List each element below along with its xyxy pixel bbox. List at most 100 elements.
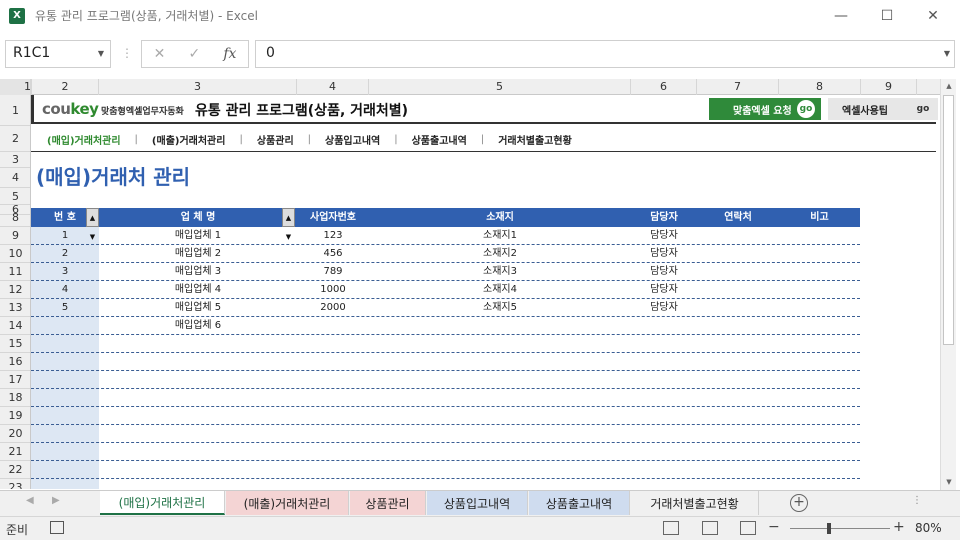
scroll-down-icon[interactable]: ▼ [941, 475, 957, 489]
table-header: 번 호 ▲ ▼ 업 체 명 ▲ ▼ 사업자번호 소재지 담당자 연락처 비고 [31, 208, 860, 241]
nav-outbound[interactable]: 상품출고내역 [410, 132, 469, 147]
table-row[interactable]: 2 매입업체 2 456 소재지2 담당자 [31, 245, 860, 263]
zoom-slider-knob[interactable] [827, 523, 831, 534]
tab-products[interactable]: 상품관리 [350, 491, 426, 515]
insert-function-icon[interactable]: fx [223, 46, 236, 62]
chevron-down-icon[interactable]: ▼ [98, 49, 104, 58]
tab-vendor-outbound[interactable]: 거래처별출고현황 [631, 491, 759, 515]
table-row[interactable] [31, 425, 860, 443]
add-sheet-icon[interactable]: + [790, 494, 808, 512]
tab-inbound[interactable]: 상품입고내역 [427, 491, 528, 515]
zoom-slider[interactable] [790, 523, 890, 534]
window-title: 유통 관리 프로그램(상품, 거래처별) - Excel [35, 9, 258, 23]
name-box-value: R1C1 [13, 45, 51, 61]
header-business-no: 사업자번호 [310, 212, 356, 223]
row-header[interactable]: 4 [0, 168, 30, 188]
row-header[interactable]: 22 [0, 461, 30, 479]
row-header[interactable]: 23 [0, 479, 30, 489]
row-header[interactable]: 13 [0, 299, 30, 317]
column-header[interactable]: 5 [369, 79, 631, 95]
more-icon[interactable]: ⋮ [912, 495, 922, 506]
expand-formula-icon[interactable]: ▼ [944, 49, 950, 58]
worksheet[interactable]: coukey 맞춤형엑셀업무자동화 유통 관리 프로그램(상품, 거래처별) 맞… [31, 95, 940, 489]
row-header[interactable]: 17 [0, 371, 30, 389]
tab-sales-vendors[interactable]: (매출)거래처관리 [226, 491, 349, 515]
nav-products[interactable]: 상품관리 [255, 132, 296, 147]
row-header[interactable]: 16 [0, 353, 30, 371]
go-icon: go [916, 104, 930, 114]
header-manager: 담당자 [650, 212, 678, 223]
column-header[interactable]: 6 [631, 79, 697, 95]
row-header[interactable]: 12 [0, 281, 30, 299]
filter-dropdown-icon[interactable]: ▲ ▼ [86, 208, 99, 241]
row-header[interactable]: 19 [0, 407, 30, 425]
scroll-thumb[interactable] [943, 95, 954, 345]
page-break-icon[interactable] [740, 521, 756, 535]
row-header[interactable]: 9 [0, 227, 30, 245]
table-row[interactable]: 5 매입업체 5 2000 소재지5 담당자 [31, 299, 860, 317]
formula-bar: R1C1 ▼ ⋮ ✕ ✓ fx 0 ▼ [0, 38, 960, 70]
tab-prev-icon[interactable]: ◀ [26, 495, 34, 506]
table-row[interactable]: 4 매입업체 4 1000 소재지4 담당자 [31, 281, 860, 299]
scroll-up-icon[interactable]: ▲ [941, 79, 957, 93]
column-header[interactable]: 4 [297, 79, 369, 95]
nav-purchase-vendors[interactable]: (매입)거래처관리 [45, 132, 123, 147]
table-row[interactable] [31, 371, 860, 389]
row-header[interactable]: 14 [0, 317, 30, 335]
table-row[interactable] [31, 353, 860, 371]
tab-next-icon[interactable]: ▶ [52, 495, 60, 506]
zoom-out-icon[interactable]: − [768, 519, 780, 535]
row-header[interactable]: 3 [0, 152, 30, 168]
row-header[interactable]: 8 [0, 208, 30, 227]
excel-app-icon: X [9, 7, 25, 24]
formula-value: 0 [266, 45, 275, 61]
row-header[interactable]: 1 [0, 95, 30, 126]
close-icon[interactable]: ✕ [910, 0, 956, 31]
custom-excel-request-button[interactable]: 맞춤엑셀 요청 go [709, 98, 821, 120]
formula-buttons: ✕ ✓ fx [141, 40, 249, 68]
formula-input[interactable]: 0 ▼ [255, 40, 955, 68]
table-row[interactable] [31, 407, 860, 425]
table-row[interactable] [31, 389, 860, 407]
row-header[interactable]: 11 [0, 263, 30, 281]
page-layout-icon[interactable] [702, 521, 718, 535]
cancel-icon[interactable]: ✕ [154, 46, 166, 62]
row-header[interactable]: 15 [0, 335, 30, 353]
row-header[interactable]: 2 [0, 126, 30, 152]
name-box[interactable]: R1C1 ▼ [5, 40, 111, 68]
header-address: 소재지 [486, 212, 514, 223]
row-header[interactable]: 20 [0, 425, 30, 443]
vertical-scrollbar[interactable]: ▲ ▼ [940, 79, 956, 490]
nav-vendor-outbound[interactable]: 거래처별출고현황 [496, 132, 574, 147]
enter-icon[interactable]: ✓ [188, 46, 200, 62]
column-header[interactable]: 2 [32, 79, 99, 95]
macro-record-icon[interactable] [50, 521, 64, 534]
column-header[interactable]: 1 [24, 79, 32, 95]
table-row[interactable]: 3 매입업체 3 789 소재지3 담당자 [31, 263, 860, 281]
table-row[interactable] [31, 461, 860, 479]
filter-dropdown-icon[interactable]: ▲ ▼ [282, 208, 295, 241]
nav-inbound[interactable]: 상품입고내역 [323, 132, 382, 147]
app-title: 유통 관리 프로그램(상품, 거래처별) [195, 103, 409, 119]
zoom-in-icon[interactable]: + [893, 519, 905, 535]
table-row[interactable] [31, 335, 860, 353]
normal-view-icon[interactable] [663, 521, 679, 535]
column-header[interactable]: 9 [861, 79, 917, 95]
nav-sales-vendors[interactable]: (매출)거래처관리 [150, 132, 228, 147]
tab-purchase-vendors[interactable]: (매입)거래처관리 [100, 491, 225, 515]
table-row[interactable]: 매입업체 6 [31, 317, 860, 335]
table-row[interactable] [31, 443, 860, 461]
tab-outbound[interactable]: 상품출고내역 [529, 491, 630, 515]
maximize-icon[interactable]: ☐ [864, 0, 910, 31]
table-row[interactable]: 1 매입업체 1 123 소재지1 담당자 [31, 227, 860, 245]
minimize-icon[interactable]: — [818, 0, 864, 31]
column-header[interactable]: 8 [779, 79, 861, 95]
column-header[interactable]: 7 [697, 79, 779, 95]
row-header[interactable]: 18 [0, 389, 30, 407]
excel-tips-button[interactable]: 엑셀사용팁 go [828, 98, 938, 120]
row-header[interactable]: 10 [0, 245, 30, 263]
row-header[interactable]: 21 [0, 443, 30, 461]
column-header[interactable]: 3 [99, 79, 297, 95]
column-headers: 1 2 3 4 5 6 7 8 9 [0, 79, 940, 95]
zoom-level[interactable]: 80% [915, 521, 942, 535]
